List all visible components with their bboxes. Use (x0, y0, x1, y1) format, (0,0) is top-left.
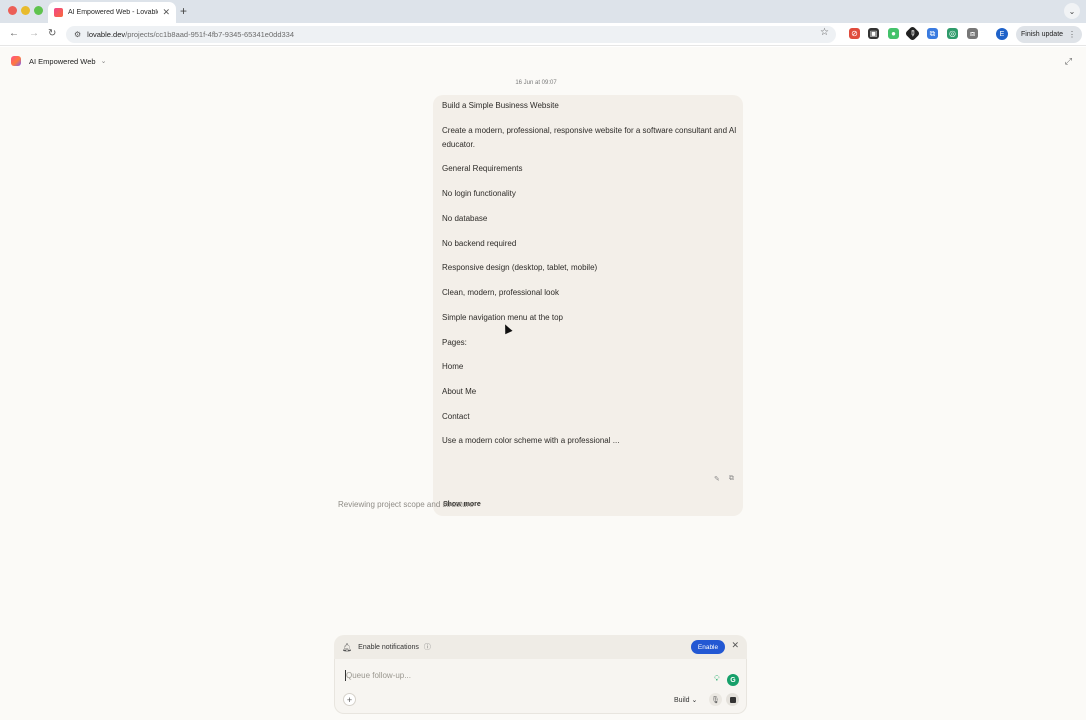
message-line: Contact (442, 412, 470, 421)
stop-button[interactable] (726, 693, 739, 706)
grammarly-icon[interactable]: G (727, 674, 739, 686)
message-line: Use a modern color scheme with a profess… (442, 436, 620, 445)
notification-text: Enable notifications (358, 643, 419, 651)
back-arrow-icon[interactable]: ← (9, 28, 19, 39)
copy-icon[interactable]: ⧉ (729, 475, 734, 483)
microphone-icon[interactable]: 🎙︎ (709, 693, 722, 706)
extension-blocker-icon[interactable]: ⊘ (849, 28, 860, 39)
finish-update-label: Finish update (1021, 31, 1064, 38)
profile-avatar[interactable]: E (996, 28, 1008, 40)
url-host: lovable.dev (87, 30, 126, 39)
notification-banner: 🔔︎ Enable notifications ⓘ Enable ✕ (334, 635, 747, 659)
message-line: No login functionality (442, 189, 516, 198)
extension-pen-icon[interactable]: ✎ (904, 25, 921, 42)
mode-label: Build (674, 697, 690, 704)
project-switcher[interactable]: AI Empowered Web ⌄ (11, 56, 106, 66)
message-line: Pages: (442, 338, 467, 347)
tab-search-chevron-icon[interactable]: ⌄ (1064, 3, 1080, 19)
message-line: No backend required (442, 239, 517, 248)
bookmark-star-icon[interactable]: ☆ (820, 27, 829, 38)
tab-title: AI Empowered Web - Lovable (68, 9, 159, 16)
stop-icon (729, 696, 736, 703)
lovable-favicon-icon (54, 8, 63, 17)
browser-toolbar: ← → ↻ ⚙ lovable.dev/projects/cc1b8aad-95… (0, 23, 1086, 46)
tab-close-icon[interactable]: ✕ (162, 7, 170, 18)
app-main: AI Empowered Web ⌄ ⤢ 16 Jun at 09:07 Bui… (0, 47, 1086, 720)
chat-composer: Queue follow-up... 💡︎ G + Build ⌄ 🎙︎ (334, 659, 747, 714)
chevron-down-icon: ⌄ (100, 58, 107, 65)
message-line: No database (442, 214, 488, 223)
browser-menu-icon[interactable]: ⋮ (1068, 30, 1076, 39)
browser-tab-bar: AI Empowered Web - Lovable ✕ + ⌄ (0, 0, 1086, 23)
assistant-status-text: Reviewing project scope and structure (338, 500, 474, 509)
url-path: /projects/cc1b8aad-951f-4fb7-9345-65341e… (125, 30, 295, 39)
edit-icon[interactable]: ✎ (714, 475, 720, 483)
new-tab-button[interactable]: + (180, 4, 187, 18)
lovable-logo-icon (11, 56, 21, 66)
mode-selector[interactable]: Build ⌄ (674, 696, 697, 704)
finish-update-button[interactable]: Finish update ⋮ (1016, 26, 1082, 43)
message-line: Responsive design (desktop, tablet, mobi… (442, 263, 598, 272)
follow-up-input[interactable]: Queue follow-up... (346, 671, 411, 680)
window-close-button[interactable] (8, 6, 17, 15)
add-attachment-button[interactable]: + (343, 693, 356, 706)
close-icon[interactable]: ✕ (731, 640, 739, 651)
extension-translate-icon[interactable]: ⧉ (927, 28, 938, 39)
message-line: Clean, modern, professional look (442, 288, 559, 297)
message-actions: ✎ ⧉ (714, 475, 734, 483)
expand-icon[interactable]: ⤢ (1065, 56, 1072, 67)
extension-grammar-icon[interactable]: ◎ (947, 28, 958, 39)
message-line: Create a modern, professional, responsiv… (442, 126, 737, 149)
window-minimize-button[interactable] (21, 6, 30, 15)
message-line: General Requirements (442, 164, 523, 173)
forward-arrow-icon[interactable]: → (29, 28, 39, 39)
window-maximize-button[interactable] (34, 6, 43, 15)
reload-icon[interactable]: ↻ (48, 28, 56, 39)
message-timestamp: 16 Jun at 09:07 (515, 80, 557, 86)
message-line: Home (442, 362, 464, 371)
browser-tab[interactable]: AI Empowered Web - Lovable ✕ (48, 2, 176, 23)
extensions-puzzle-icon[interactable]: ⧈ (967, 28, 978, 39)
info-icon[interactable]: ⓘ (424, 642, 431, 652)
message-line: Simple navigation menu at the top (442, 313, 563, 322)
address-bar[interactable]: ⚙ lovable.dev/projects/cc1b8aad-951f-4fb… (66, 26, 836, 43)
project-name: AI Empowered Web (29, 56, 96, 66)
message-line: About Me (442, 387, 477, 396)
extension-dark-icon[interactable]: ▣ (868, 28, 879, 39)
user-message-bubble: Build a Simple Business Website Create a… (433, 95, 743, 516)
enable-notifications-button[interactable]: Enable (691, 640, 725, 654)
lightbulb-icon[interactable]: 💡︎ (714, 674, 724, 686)
bell-icon: 🔔︎ (342, 642, 353, 652)
site-settings-icon[interactable]: ⚙ (74, 30, 81, 39)
extension-green-icon[interactable]: ● (888, 28, 899, 39)
message-line: Build a Simple Business Website (442, 101, 559, 110)
